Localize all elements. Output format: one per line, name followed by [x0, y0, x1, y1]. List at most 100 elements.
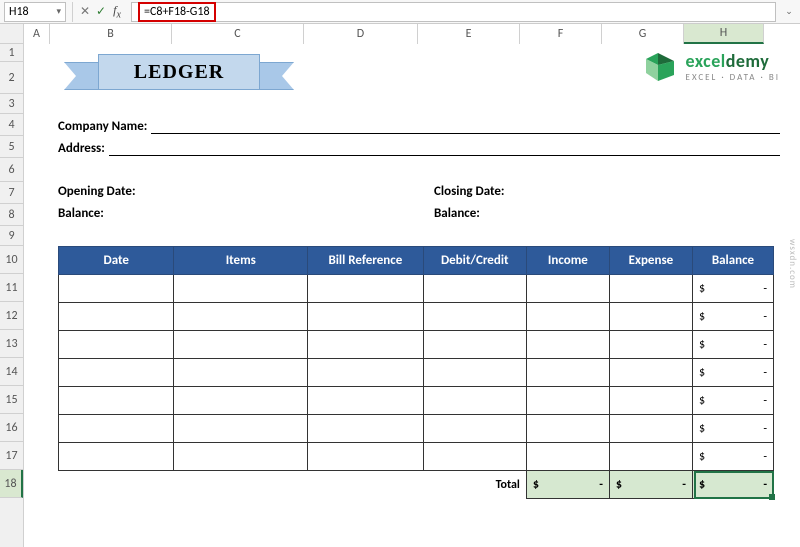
row-header-5[interactable]: 5: [0, 136, 23, 158]
col-header-D[interactable]: D: [304, 24, 418, 44]
sheet-area[interactable]: LEDGER exceldemy EXCEL · DATA · BI: [24, 44, 800, 547]
row-header-18[interactable]: 18: [0, 470, 23, 498]
total-balance[interactable]: $-: [692, 471, 773, 499]
cell[interactable]: [59, 387, 174, 415]
row-header-15[interactable]: 15: [0, 386, 23, 414]
th-items[interactable]: Items: [174, 247, 308, 275]
cell[interactable]: [526, 275, 609, 303]
cell[interactable]: [59, 275, 174, 303]
cell-balance[interactable]: $-: [692, 443, 773, 471]
cell[interactable]: [174, 387, 308, 415]
table-row[interactable]: $-: [59, 415, 774, 443]
cell-balance[interactable]: $-: [692, 331, 773, 359]
cell-balance[interactable]: $-: [692, 275, 773, 303]
row-header-1[interactable]: 1: [0, 44, 23, 62]
select-all-corner[interactable]: [0, 24, 24, 44]
row-header-17[interactable]: 17: [0, 442, 23, 470]
col-header-C[interactable]: C: [172, 24, 304, 44]
cell[interactable]: [423, 387, 526, 415]
total-income[interactable]: $-: [526, 471, 609, 499]
chevron-down-icon[interactable]: ▾: [56, 6, 61, 17]
cell[interactable]: [609, 275, 692, 303]
cell-balance[interactable]: $-: [692, 359, 773, 387]
cell-balance[interactable]: $-: [692, 303, 773, 331]
cell[interactable]: [526, 415, 609, 443]
row-header-16[interactable]: 16: [0, 414, 23, 442]
cell[interactable]: [174, 275, 308, 303]
cell[interactable]: [423, 303, 526, 331]
cell[interactable]: [308, 331, 423, 359]
table-row[interactable]: $-: [59, 443, 774, 471]
row-header-8[interactable]: 8: [0, 204, 23, 226]
cell[interactable]: [526, 331, 609, 359]
row-header-7[interactable]: 7: [0, 182, 23, 204]
row-header-6[interactable]: 6: [0, 158, 23, 182]
cell[interactable]: [59, 443, 174, 471]
cell[interactable]: [59, 331, 174, 359]
cell[interactable]: [423, 443, 526, 471]
row-header-11[interactable]: 11: [0, 274, 23, 302]
cancel-icon[interactable]: ✕: [77, 4, 93, 19]
totals-row[interactable]: Total $- $- $-: [59, 471, 774, 499]
company-line[interactable]: [151, 118, 780, 134]
cell[interactable]: [609, 331, 692, 359]
table-row[interactable]: $-: [59, 331, 774, 359]
cell[interactable]: [59, 359, 174, 387]
table-row[interactable]: $-: [59, 359, 774, 387]
cell-balance[interactable]: $-: [692, 415, 773, 443]
expand-formula-icon[interactable]: ⌄: [782, 6, 796, 17]
table-row[interactable]: $-: [59, 303, 774, 331]
row-header-10[interactable]: 10: [0, 246, 23, 274]
formula-input[interactable]: =C8+F18-G18: [131, 2, 776, 22]
cell[interactable]: [609, 443, 692, 471]
row-header-2[interactable]: 2: [0, 62, 23, 94]
row-header-13[interactable]: 13: [0, 330, 23, 358]
cell[interactable]: [174, 415, 308, 443]
table-row[interactable]: $-: [59, 387, 774, 415]
cell[interactable]: [609, 359, 692, 387]
cell[interactable]: [526, 443, 609, 471]
col-header-E[interactable]: E: [418, 24, 520, 44]
cell[interactable]: [174, 443, 308, 471]
row-header-3[interactable]: 3: [0, 94, 23, 114]
col-header-G[interactable]: G: [602, 24, 684, 44]
cell[interactable]: [423, 359, 526, 387]
cell[interactable]: [59, 415, 174, 443]
cell[interactable]: [308, 303, 423, 331]
row-header-9[interactable]: 9: [0, 226, 23, 246]
row-header-4[interactable]: 4: [0, 114, 23, 136]
name-box[interactable]: H18 ▾: [4, 2, 66, 22]
th-billref[interactable]: Bill Reference: [308, 247, 423, 275]
row-header-14[interactable]: 14: [0, 358, 23, 386]
cell[interactable]: [59, 303, 174, 331]
cell[interactable]: [308, 415, 423, 443]
cell[interactable]: [609, 415, 692, 443]
row-header-12[interactable]: 12: [0, 302, 23, 330]
th-expense[interactable]: Expense: [609, 247, 692, 275]
col-header-F[interactable]: F: [520, 24, 602, 44]
th-date[interactable]: Date: [59, 247, 174, 275]
cell[interactable]: [308, 443, 423, 471]
cell[interactable]: [423, 331, 526, 359]
cell[interactable]: [174, 303, 308, 331]
total-expense[interactable]: $-: [609, 471, 692, 499]
th-dc[interactable]: Debit/Credit: [423, 247, 526, 275]
col-header-H[interactable]: H: [684, 24, 764, 44]
cell[interactable]: [609, 387, 692, 415]
cell[interactable]: [174, 331, 308, 359]
cell[interactable]: [526, 387, 609, 415]
confirm-icon[interactable]: ✓: [93, 4, 109, 19]
cell[interactable]: [423, 275, 526, 303]
col-header-A[interactable]: A: [24, 24, 50, 44]
cell[interactable]: [526, 303, 609, 331]
cell[interactable]: [308, 275, 423, 303]
table-row[interactable]: $-: [59, 275, 774, 303]
th-balance[interactable]: Balance: [692, 247, 773, 275]
cell[interactable]: [526, 359, 609, 387]
cell-balance[interactable]: $-: [692, 387, 773, 415]
fx-icon[interactable]: fx: [109, 3, 125, 20]
cell[interactable]: [609, 303, 692, 331]
cell[interactable]: [308, 359, 423, 387]
cell[interactable]: [308, 387, 423, 415]
cell[interactable]: [174, 359, 308, 387]
